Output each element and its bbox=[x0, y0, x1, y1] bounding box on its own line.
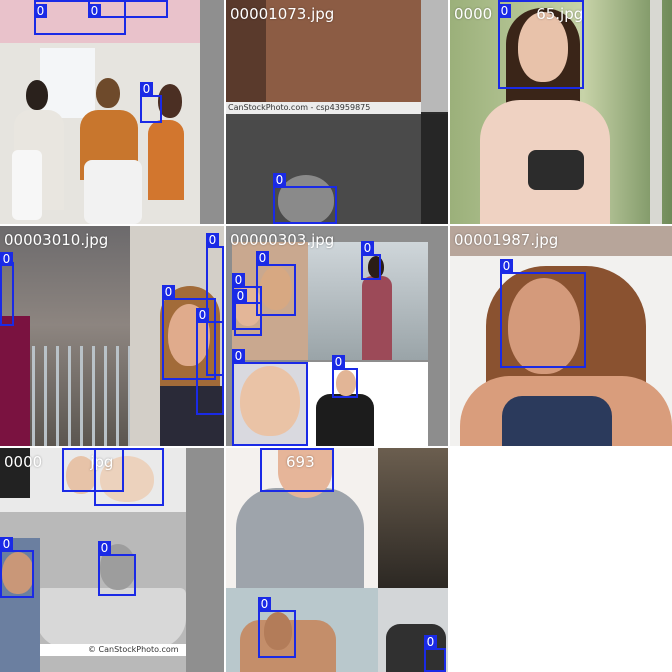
right-gray-strip bbox=[186, 448, 224, 672]
detection-box: 0 bbox=[94, 448, 164, 506]
class-tag: 0 bbox=[206, 233, 219, 247]
suit-man bbox=[316, 394, 374, 446]
detection-box: 0 bbox=[0, 537, 34, 598]
tile-00001073: CanStockPhoto.com - csp43959875 00001073… bbox=[226, 0, 448, 224]
tile-00001987: 00001987.jpg 0 bbox=[450, 226, 672, 446]
tile-portrait-woman: 0000 65.jpg 0 bbox=[450, 0, 672, 224]
detection-box: 0 bbox=[273, 173, 337, 224]
class-tag: 0 bbox=[424, 635, 437, 649]
person-left-head bbox=[26, 80, 48, 110]
tile-group-meeting: 0 0 0 bbox=[0, 0, 224, 224]
detection-box: 0 bbox=[258, 597, 296, 658]
window bbox=[40, 48, 95, 118]
watermark-text: © CanStockPhoto.com bbox=[88, 645, 179, 654]
tile-filename: 00003010.jpg bbox=[4, 231, 109, 249]
right-gray-strip bbox=[200, 0, 224, 224]
person-right bbox=[148, 120, 184, 200]
tile-00003010: 00003010.jpg 0 0 0 0 bbox=[0, 226, 224, 446]
class-tag: 0 bbox=[140, 82, 153, 96]
class-tag: 0 bbox=[62, 448, 75, 450]
detection-box: 0 bbox=[498, 0, 584, 89]
detection-box: 0 bbox=[256, 251, 296, 316]
class-tag: 0 bbox=[234, 289, 247, 303]
pillar bbox=[650, 0, 662, 224]
detection-box: 0 bbox=[424, 635, 446, 672]
detection-box: 0 bbox=[0, 252, 14, 326]
class-tag: 0 bbox=[162, 285, 175, 299]
class-tag: 0 bbox=[232, 349, 245, 363]
tub bbox=[36, 588, 186, 648]
watermark-text: CanStockPhoto.com - csp43959875 bbox=[228, 103, 371, 112]
class-tag: 0 bbox=[332, 355, 345, 369]
tile-00000303: 00000303.jpg 0 0 0 0 0 0 bbox=[226, 226, 448, 446]
tile-filename: 00001987.jpg bbox=[454, 231, 559, 249]
class-tag: 0 bbox=[34, 4, 47, 18]
class-tag: 0 bbox=[260, 448, 273, 450]
class-tag: 0 bbox=[258, 597, 271, 611]
tile-filename: 00001073.jpg bbox=[230, 5, 335, 23]
class-tag: 0 bbox=[98, 541, 111, 555]
tile-filename-start: 0000 bbox=[4, 453, 43, 471]
detection-box: 0 bbox=[88, 0, 168, 18]
empty-slot bbox=[450, 448, 672, 672]
tile-filename: 00000303.jpg bbox=[230, 231, 335, 249]
class-tag: 0 bbox=[273, 173, 286, 187]
tile-tshirt-collage: 693 0 0 0 bbox=[226, 448, 448, 672]
class-tag: 0 bbox=[232, 273, 245, 287]
top-garment bbox=[528, 150, 584, 190]
detection-box: 0 bbox=[140, 82, 162, 123]
class-tag: 0 bbox=[94, 448, 107, 450]
blue-top bbox=[502, 396, 612, 446]
right-strip bbox=[421, 0, 448, 112]
detection-box: 0 bbox=[361, 241, 381, 280]
class-tag: 0 bbox=[0, 252, 13, 266]
detection-box: 0 bbox=[196, 308, 224, 415]
detection-box: 0 bbox=[234, 289, 262, 336]
tile-filename-start: 0000 bbox=[454, 5, 493, 23]
class-tag: 0 bbox=[0, 537, 13, 551]
dark-photo bbox=[378, 448, 448, 588]
class-tag: 0 bbox=[500, 259, 513, 273]
person-center-head bbox=[96, 78, 120, 108]
class-tag: 0 bbox=[498, 4, 511, 18]
tile-kids-collage: © CanStockPhoto.com 0000jpg 0 0 0 0 bbox=[0, 448, 224, 672]
class-tag: 0 bbox=[196, 308, 209, 322]
railing bbox=[20, 346, 130, 446]
right-gray-strip bbox=[428, 226, 448, 446]
detection-box: 0 bbox=[332, 355, 358, 398]
detection-box: 0 bbox=[232, 349, 308, 446]
chair-left bbox=[12, 150, 42, 220]
chair-white bbox=[84, 160, 142, 224]
detection-box: 0 bbox=[500, 259, 586, 368]
detection-box: 0 bbox=[98, 541, 136, 596]
class-tag: 0 bbox=[88, 4, 101, 18]
walking-man bbox=[362, 276, 392, 360]
person-magenta bbox=[0, 316, 30, 446]
class-tag: 0 bbox=[361, 241, 374, 255]
tshirt bbox=[236, 488, 364, 588]
bw-child-right bbox=[421, 114, 448, 224]
class-tag: 0 bbox=[256, 251, 269, 265]
detection-box: 0 bbox=[260, 448, 334, 492]
mosaic-grid: 0 0 0 CanStockPhoto.com - csp43959875 00… bbox=[0, 0, 672, 672]
